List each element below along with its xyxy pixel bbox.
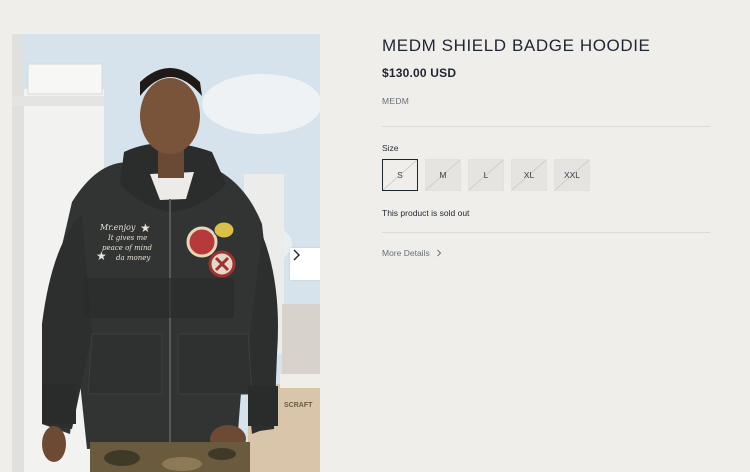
size-label: Size xyxy=(382,143,399,153)
svg-text:It gives me: It gives me xyxy=(107,234,147,242)
model-hoodie-photo: SCRAFT Mr.enjoy It gives me peace of min… xyxy=(12,34,320,472)
svg-text:SCRAFT: SCRAFT xyxy=(284,402,313,409)
size-option-xxl[interactable]: XXL xyxy=(554,159,590,191)
size-option-label: XXL xyxy=(563,170,581,180)
svg-text:peace of mind: peace of mind xyxy=(102,244,153,252)
more-details-label: More Details xyxy=(382,248,430,258)
svg-text:★: ★ xyxy=(140,221,151,235)
chevron-right-icon xyxy=(436,249,441,257)
product-title: MEDM SHIELD BADGE HOODIE xyxy=(382,36,651,55)
size-option-l[interactable]: L xyxy=(468,159,504,191)
size-option-label: L xyxy=(483,170,489,180)
product-vendor[interactable]: MEDM xyxy=(382,96,710,106)
size-option-label: XL xyxy=(523,170,535,180)
size-option-label: M xyxy=(439,170,447,180)
product-price: $130.00 USD xyxy=(382,66,457,80)
size-selector: S M L XL XXL xyxy=(382,159,710,191)
product-info: MEDM SHIELD BADGE HOODIE $130.00 USD MED… xyxy=(382,34,710,258)
next-image-button[interactable] xyxy=(290,248,320,280)
availability-status: This product is sold out xyxy=(382,208,470,218)
svg-text:Mr.enjoy: Mr.enjoy xyxy=(99,223,136,232)
size-option-xl[interactable]: XL xyxy=(511,159,547,191)
more-details-toggle[interactable]: More Details xyxy=(382,248,710,258)
chevron-right-icon xyxy=(293,249,300,261)
product-image[interactable]: SCRAFT Mr.enjoy It gives me peace of min… xyxy=(12,34,320,472)
size-option-s[interactable]: S xyxy=(382,159,418,191)
size-option-label: S xyxy=(397,170,403,180)
divider xyxy=(382,126,710,127)
divider xyxy=(382,232,710,233)
size-option-m[interactable]: M xyxy=(425,159,461,191)
svg-text:★: ★ xyxy=(96,249,107,263)
svg-text:da money: da money xyxy=(116,254,151,262)
